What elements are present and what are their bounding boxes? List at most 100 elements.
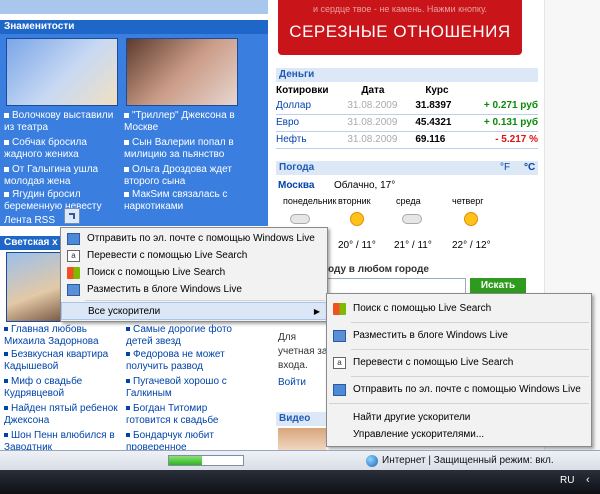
table-row: Нефть 31.08.2009 69.116 - 5.217 % [276,131,538,149]
accelerator-icon[interactable] [64,208,80,224]
menu-separator [351,349,589,350]
table-row: Евро 31.08.2009 45.4321 + 0.131 руб [276,114,538,132]
submenu-item-search[interactable]: Поиск с помощью Live Search [327,300,591,318]
social-news-6[interactable]: Самые дорогие фото детей звезд [126,324,246,348]
money-name[interactable]: Евро [276,114,348,132]
chevron-right-icon: ▶ [313,307,320,316]
menu-item-all-accelerators[interactable]: Все ускорители ▶ [61,302,327,320]
social-photo[interactable] [6,252,62,322]
login-text-1: Для [278,332,297,343]
menu-separator [85,300,325,301]
chevron-left-icon[interactable]: ‹ [586,474,590,486]
security-zone-text[interactable]: Интернет | Защищенный режим: вкл. [382,455,554,466]
promo-banner[interactable]: и сердце твое - не камень. Нажми кнопку.… [278,0,522,55]
submenu-item-blog[interactable]: Разместить в блоге Windows Live [327,327,591,345]
weather-day-label: четверг [452,196,484,206]
globe-icon [366,455,378,467]
promo-faint-text: и сердце твое - не камень. Нажми кнопку. [312,4,488,14]
video-thumb[interactable] [278,428,326,450]
login-text-3: входа. [278,360,308,371]
money-change: - 5.217 % [464,131,538,149]
mail-icon [333,384,346,396]
celeb-story-5[interactable]: "Триллер" Джексона в Москве [124,110,248,134]
celeb-story-4[interactable]: Ягудин бросил беременную невесту [4,189,120,213]
cloud-icon [402,214,422,224]
money-date: 31.08.2009 [347,131,416,149]
submenu-item-email[interactable]: Отправить по эл. почте с помощью Windows… [327,381,591,399]
celeb-story-1[interactable]: Волочкову выставили из театра [4,110,120,134]
money-change: + 0.131 руб [464,114,538,132]
weather-day-label: среда [396,196,421,206]
money-name[interactable]: Нефть [276,131,348,149]
money-date: 31.08.2009 [347,97,416,115]
language-indicator[interactable]: RU [560,475,574,486]
rss-link[interactable]: Лента RSS [4,215,55,227]
social-news-4[interactable]: Найден пятый ребенок Джексона [4,403,122,427]
submenu-item-find-more[interactable]: Найти другие ускорители [327,409,591,427]
taskbar: RU ‹ [0,470,600,494]
login-text-2: учетная за [278,346,328,357]
weather-day-temp: 22° / 12° [452,240,491,251]
social-news-1[interactable]: Главная любовь Михаила Задорнова [4,324,122,348]
menu-separator [329,403,589,404]
units-f-link[interactable]: °F [500,161,510,175]
social-news-2[interactable]: Безвкусная квартира Кадышевой [4,349,122,373]
menu-separator [351,322,589,323]
progress-fill [169,456,203,465]
windows-icon [67,267,80,279]
celeb-story-7[interactable]: Ольга Дроздова ждет второго сына [124,164,248,188]
money-header-date: Дата [361,84,385,96]
video-title[interactable]: Видео [276,412,326,426]
menu-item-blog[interactable]: Разместить в блоге Windows Live [61,281,327,299]
sun-icon [350,212,364,226]
blog-icon [333,330,346,342]
status-bar: Интернет | Защищенный режим: вкл. [0,450,600,470]
social-news-9[interactable]: Богдан Титомир готовится к свадьбе [126,403,246,427]
social-title[interactable]: Светская х [0,236,60,250]
weather-now: Облачно, 17° [334,180,396,191]
translate-icon: a [67,250,80,262]
weather-day-temp: 20° / 11° [338,240,376,251]
units-c-link[interactable]: °C [524,161,535,175]
social-news-7[interactable]: Федорова не может получить развод [126,349,246,373]
weather-search-label: оду в любом городе [328,264,429,275]
money-rate: 45.4321 [415,114,465,132]
menu-item-search[interactable]: Поиск с помощью Live Search [61,264,327,282]
accelerator-submenu: Поиск с помощью Live Search Разместить в… [326,293,592,447]
celeb-story-8[interactable]: МакSим связалась с наркотиками [124,189,248,213]
social-news-10[interactable]: Бондарчук любит проверенное [126,430,246,450]
weather-city[interactable]: Москва [278,180,314,191]
money-name[interactable]: Доллар [276,97,348,115]
weather-day-temp: 21° / 11° [394,240,432,251]
money-title[interactable]: Деньги [276,68,538,82]
money-date: 31.08.2009 [347,114,416,132]
city-search-button[interactable]: Искать [470,278,526,294]
celeb-story-6[interactable]: Сын Валерии попал в милицию за пьянство [124,137,248,161]
money-change: + 0.271 руб [464,97,538,115]
menu-item-email[interactable]: Отправить по эл. почте с помощью Windows… [61,230,327,248]
submenu-item-manage[interactable]: Управление ускорителями... [327,426,591,444]
money-table: Котировки Дата Курс Доллар 31.08.2009 31… [276,83,538,149]
celeb-photo-left[interactable] [6,38,118,106]
social-news-5[interactable]: Шон Пенн влюбился в Заводтник [4,430,122,450]
weather-day-label: вторник [338,196,371,206]
windows-icon [333,303,346,315]
celeb-story-3[interactable]: От Галыгина ушла молодая жена [4,164,120,188]
top-banner [0,0,268,14]
weather-day-label: понедельник [283,196,337,206]
city-search-input[interactable] [326,278,466,294]
progress-bar [168,455,244,466]
submenu-item-translate[interactable]: a Перевести с помощью Live Search [327,354,591,372]
promo-headline: СЕРЕЗНЫЕ ОТНОШЕНИЯ [289,22,511,41]
menu-item-translate[interactable]: a Перевести с помощью Live Search [61,247,327,265]
menu-separator [351,376,589,377]
celeb-photo-right[interactable] [126,38,238,106]
social-news-3[interactable]: Миф о свадьбе Кудрявцевой [4,376,122,400]
celebs-title[interactable]: Знаменитости [0,20,268,34]
money-header-rate: Курс [425,84,449,96]
social-news-8[interactable]: Пугачевой хорошо с Галкиным [126,376,246,400]
login-link[interactable]: Войти [278,377,306,388]
celeb-story-2[interactable]: Собчак бросила жадного жениха [4,137,120,161]
cloud-icon [290,214,310,224]
weather-title[interactable]: Погода [276,161,538,175]
